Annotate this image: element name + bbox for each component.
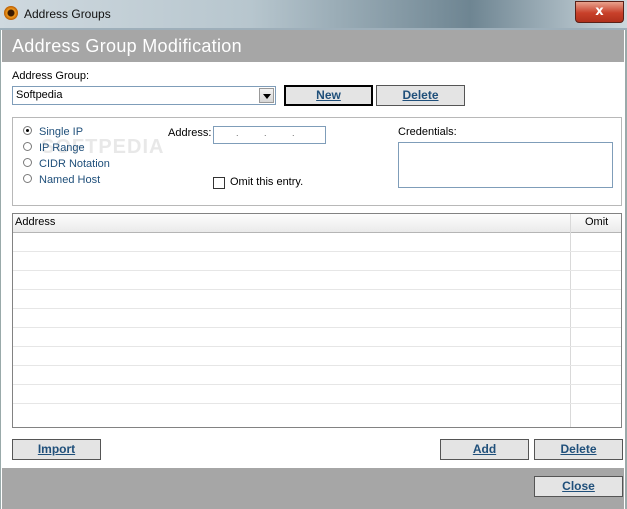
table-row[interactable]	[13, 384, 621, 404]
omit-entry-checkbox[interactable]	[213, 177, 225, 189]
ip-dot-1: .	[236, 128, 239, 138]
radio-ip-range-label[interactable]: IP Range	[39, 142, 85, 154]
address-list-header: Address Omit	[13, 214, 621, 233]
close-button[interactable]: Close	[534, 476, 623, 497]
table-row[interactable]	[13, 308, 621, 328]
table-row[interactable]	[13, 346, 621, 366]
dialog-body: Address Group Modification Address Group…	[0, 30, 627, 509]
table-row[interactable]	[13, 232, 621, 252]
radio-named-host-label[interactable]: Named Host	[39, 174, 100, 186]
omit-entry-label[interactable]: Omit this entry.	[230, 176, 303, 188]
title-bar[interactable]: Address Groups x	[0, 0, 627, 28]
credentials-input[interactable]	[398, 142, 613, 188]
radio-single-ip-label[interactable]: Single IP	[39, 126, 83, 138]
new-group-button[interactable]: New	[284, 85, 373, 106]
address-group-value: Softpedia	[16, 89, 63, 101]
window-close-button[interactable]: x	[575, 1, 624, 23]
add-button[interactable]: Add	[440, 439, 529, 460]
radio-ip-range[interactable]	[23, 142, 32, 151]
delete-group-button[interactable]: Delete	[376, 85, 465, 106]
table-row[interactable]	[13, 251, 621, 271]
chevron-down-icon[interactable]	[259, 88, 274, 103]
window-title: Address Groups	[24, 7, 111, 21]
radio-named-host[interactable]	[23, 174, 32, 183]
credentials-label: Credentials:	[398, 126, 457, 138]
app-icon	[4, 6, 18, 20]
table-row[interactable]	[13, 270, 621, 290]
column-omit[interactable]: Omit	[585, 216, 608, 228]
page-title: Address Group Modification	[2, 30, 624, 62]
ip-dot-3: .	[292, 128, 295, 138]
delete-entry-button[interactable]: Delete	[534, 439, 623, 460]
table-row[interactable]	[13, 327, 621, 347]
table-row[interactable]	[13, 365, 621, 385]
footer-bar	[2, 468, 624, 509]
address-groups-window: Address Groups x Address Group Modificat…	[0, 0, 627, 509]
ip-address-input[interactable]: . . .	[213, 126, 326, 144]
table-row[interactable]	[13, 403, 621, 422]
table-row[interactable]	[13, 289, 621, 309]
radio-cidr-notation[interactable]	[23, 158, 32, 167]
address-group-label: Address Group:	[12, 70, 90, 82]
address-group-select[interactable]: Softpedia	[12, 86, 276, 105]
radio-single-ip[interactable]	[23, 126, 32, 135]
ip-dot-2: .	[264, 128, 267, 138]
address-list[interactable]: Address Omit	[12, 213, 622, 428]
import-button[interactable]: Import	[12, 439, 101, 460]
column-address[interactable]: Address	[15, 216, 55, 228]
radio-cidr-notation-label[interactable]: CIDR Notation	[39, 158, 110, 170]
address-label: Address:	[168, 127, 212, 139]
